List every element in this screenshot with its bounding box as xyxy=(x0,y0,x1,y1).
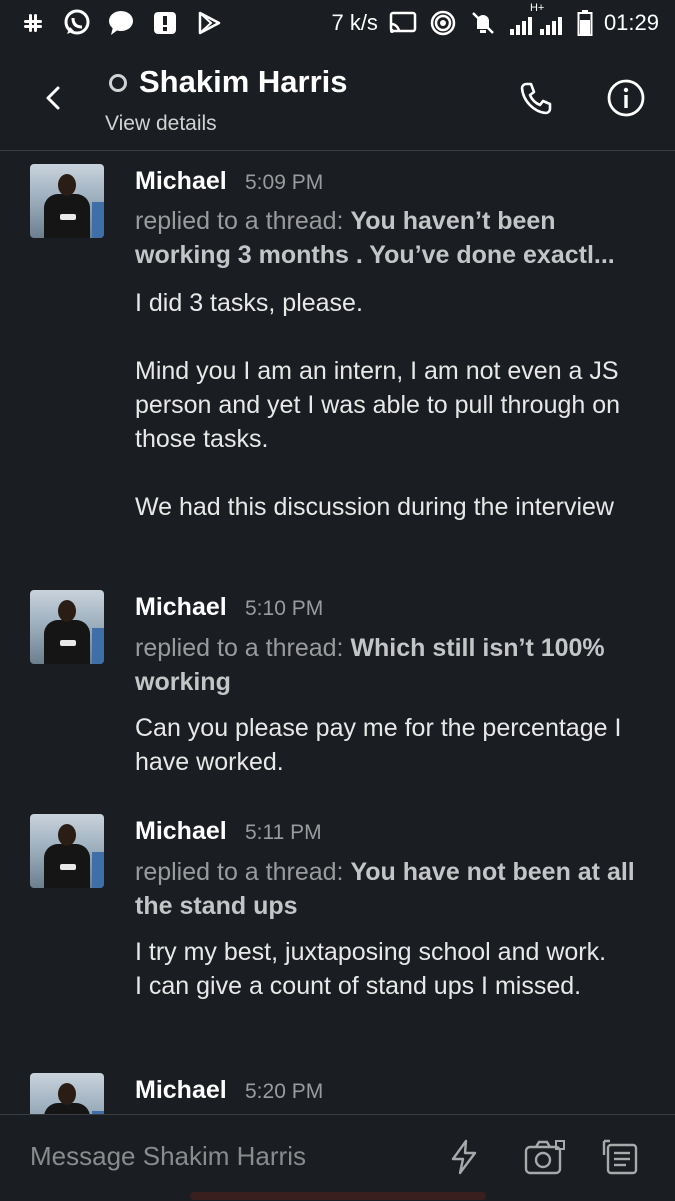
slack-icon xyxy=(18,8,48,38)
avatar[interactable] xyxy=(30,814,104,888)
message-time: 5:20 PM xyxy=(245,1080,324,1103)
message-input[interactable]: Message Shakim Harris xyxy=(30,1141,306,1172)
phone-icon[interactable] xyxy=(516,78,556,118)
cast-icon xyxy=(388,8,418,38)
message-time: 5:10 PM xyxy=(245,597,324,620)
back-icon[interactable] xyxy=(36,80,72,116)
whatsapp-icon xyxy=(62,8,92,38)
thread-prefix: replied to a thread: xyxy=(135,858,344,886)
message-body: Can you please pay me for the percentage… xyxy=(135,714,622,776)
message-author[interactable]: Michael xyxy=(135,1076,227,1105)
message-time: 5:09 PM xyxy=(245,171,324,194)
thread-prefix: replied to a thread: xyxy=(135,634,344,662)
presence-icon xyxy=(109,74,127,92)
page-title[interactable]: Shakim Harris xyxy=(139,64,348,100)
message-body: I did 3 tasks, please. Mind you I am an … xyxy=(135,289,621,521)
info-icon[interactable] xyxy=(606,78,646,118)
thread-reference[interactable]: replied to a thread: Which still isn’t 1… xyxy=(135,631,655,699)
message-time: 5:11 PM xyxy=(245,821,322,844)
message-author[interactable]: Michael xyxy=(135,167,227,196)
play-store-icon xyxy=(194,8,224,38)
lightning-icon[interactable] xyxy=(444,1137,484,1177)
notification-icons xyxy=(18,8,224,38)
network-speed: 7 k/s xyxy=(331,10,378,35)
camera-icon[interactable] xyxy=(522,1137,565,1177)
message-composer: Message Shakim Harris xyxy=(0,1114,675,1201)
chat-bubble-icon xyxy=(106,8,136,38)
avatar[interactable] xyxy=(30,590,104,664)
thread-prefix: replied to a thread: xyxy=(135,207,344,235)
shortcuts-icon[interactable] xyxy=(600,1137,640,1177)
clock: 01:29 xyxy=(603,10,659,35)
system-indicators: 7 k/s H+ 01:29 xyxy=(331,2,659,38)
message-author[interactable]: Michael xyxy=(135,817,227,846)
battery-icon xyxy=(576,8,594,38)
hotspot-icon xyxy=(428,8,458,38)
thread-reference[interactable]: replied to a thread: You haven’t been wo… xyxy=(135,204,655,272)
status-bar: 7 k/s H+ 01:29 xyxy=(0,0,675,48)
view-details-link[interactable]: View details xyxy=(105,112,217,136)
mute-icon xyxy=(468,8,498,38)
message-author[interactable]: Michael xyxy=(135,593,227,622)
channel-header: Shakim Harris View details xyxy=(0,48,675,151)
home-indicator xyxy=(190,1192,486,1200)
signal-icon: H+ xyxy=(508,2,566,38)
message-body: I try my best, juxtaposing school and wo… xyxy=(135,938,607,1000)
message-list[interactable]: Michael 5:09 PM replied to a thread: You… xyxy=(0,151,675,1114)
thread-reference[interactable]: replied to a thread: You have not been a… xyxy=(135,855,655,923)
avatar[interactable] xyxy=(30,1073,104,1114)
alert-icon xyxy=(150,8,180,38)
network-type: H+ xyxy=(529,2,545,14)
avatar[interactable] xyxy=(30,164,104,238)
